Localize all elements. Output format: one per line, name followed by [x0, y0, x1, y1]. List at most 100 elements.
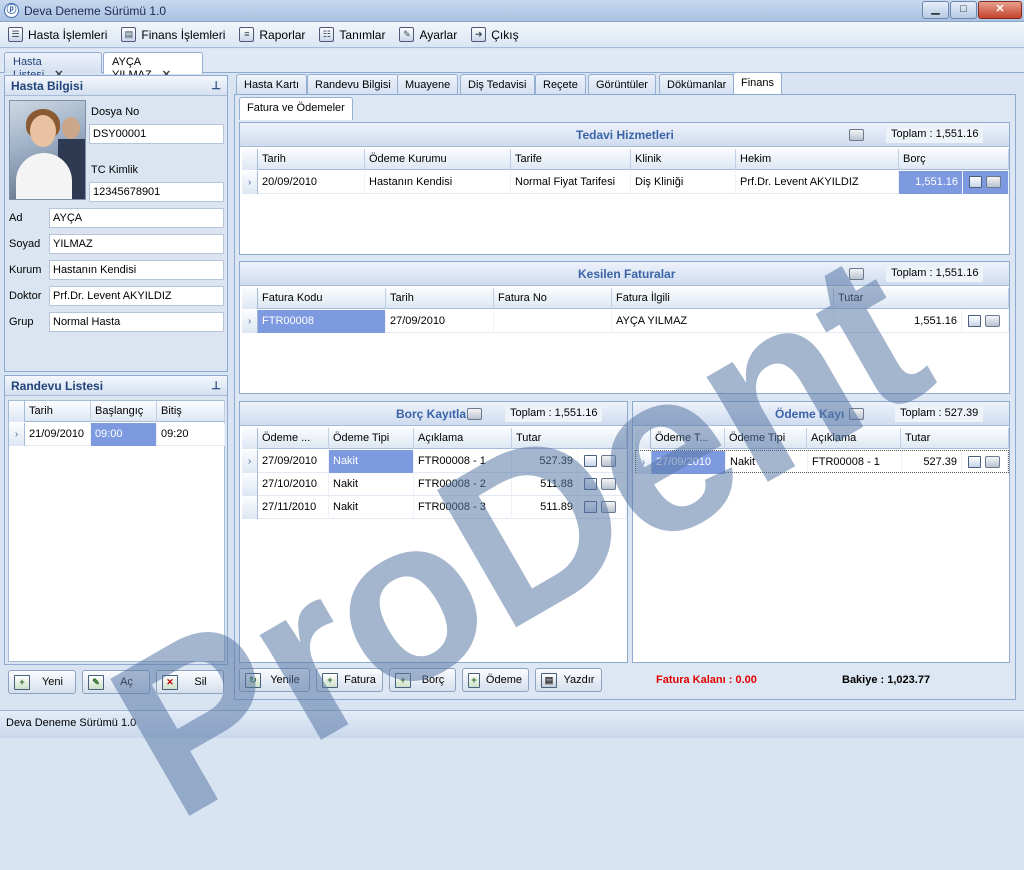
- tab-randevu-bilgisi[interactable]: Randevu Bilgisi: [307, 74, 399, 95]
- row-indicator-icon: ›: [636, 451, 652, 474]
- table-row[interactable]: › 20/09/2010 Hastanın Kendisi Normal Fiy…: [242, 171, 1009, 194]
- column-header[interactable]: Fatura Kodu: [258, 288, 386, 309]
- open-button[interactable]: ✎ Aç: [82, 670, 150, 694]
- print-icon[interactable]: [601, 455, 616, 468]
- table-row[interactable]: › FTR00008 27/09/2010 AYÇA YILMAZ 1,551.…: [242, 310, 1009, 333]
- column-header[interactable]: Açıklama: [414, 428, 512, 449]
- delete-button[interactable]: ✕ Sil: [156, 670, 224, 694]
- edit-icon[interactable]: [584, 478, 597, 491]
- left-button-bar: + Yeni ✎ Aç ✕ Sil: [4, 666, 228, 700]
- column-header[interactable]: Açıklama: [807, 428, 901, 449]
- kurum-label: Kurum: [9, 264, 42, 276]
- column-header[interactable]: Ödeme Tipi: [725, 428, 807, 449]
- pin-icon[interactable]: ⊥: [211, 379, 221, 392]
- edit-icon[interactable]: [584, 455, 597, 468]
- settings-icon: ✎: [399, 27, 415, 42]
- column-header[interactable]: Ödeme T...: [651, 428, 725, 449]
- print-icon[interactable]: [849, 268, 864, 280]
- column-header[interactable]: Başlangıç: [91, 401, 157, 422]
- payment-button[interactable]: + Ödeme: [462, 668, 529, 692]
- column-header[interactable]: Fatura No: [494, 288, 612, 309]
- edit-icon[interactable]: [584, 501, 597, 514]
- detail-icon[interactable]: [969, 176, 982, 189]
- table-row[interactable]: › 21/09/2010 09:00 09:20: [9, 423, 225, 446]
- soyad-label: Soyad: [9, 238, 41, 250]
- print-icon[interactable]: [467, 408, 482, 420]
- menu-cikis[interactable]: ➜ Çıkış: [471, 27, 519, 42]
- table-row[interactable]: 27/10/2010 Nakit FTR00008 - 2 511.88: [242, 473, 627, 496]
- column-header[interactable]: Tutar: [834, 288, 1009, 309]
- print-icon[interactable]: [601, 478, 616, 491]
- tab-dis-tedavisi[interactable]: Diş Tedavisi: [460, 74, 535, 95]
- panel-header: Randevu Listesi ⊥: [5, 376, 227, 396]
- column-header[interactable]: Tutar: [901, 428, 1009, 449]
- tab-hasta-karti[interactable]: Hasta Kartı: [236, 74, 308, 95]
- column-header[interactable]: Ödeme ...: [258, 428, 329, 449]
- dosya-no-field[interactable]: DSY00001: [89, 124, 224, 144]
- column-header[interactable]: Tarih: [25, 401, 91, 422]
- column-header[interactable]: Borç: [899, 149, 1009, 170]
- maximize-button[interactable]: □: [950, 1, 977, 19]
- menu-ayarlar[interactable]: ✎ Ayarlar: [399, 27, 457, 42]
- doktor-field[interactable]: Prf.Dr. Levent AKYILDIZ: [49, 286, 224, 306]
- print-icon[interactable]: [849, 129, 864, 141]
- finance-icon: ▤: [121, 27, 137, 42]
- menu-raporlar[interactable]: ≡ Raporlar: [239, 27, 305, 42]
- column-header[interactable]: Ödeme Kurumu: [365, 149, 511, 170]
- menu-hasta-islemleri[interactable]: ☰ Hasta İşlemleri: [8, 27, 107, 42]
- pin-icon[interactable]: ⊥: [211, 79, 221, 92]
- new-icon: +: [14, 674, 30, 690]
- tab-muayene[interactable]: Muayene: [397, 74, 459, 95]
- debt-button[interactable]: + Borç: [389, 668, 456, 692]
- refresh-button[interactable]: ↻ Yenile: [239, 668, 310, 692]
- table-row[interactable]: 27/11/2010 Nakit FTR00008 - 3 511.89: [242, 496, 627, 519]
- table-row[interactable]: › 27/09/2010 Nakit FTR00008 - 1 527.39: [635, 450, 1009, 474]
- section-title: Kesilen Faturalar: [578, 267, 676, 281]
- tab-fatura-ve-odemeler[interactable]: Fatura ve Ödemeler: [239, 97, 353, 120]
- new-button[interactable]: + Yeni: [8, 670, 76, 694]
- kurum-field[interactable]: Hastanın Kendisi: [49, 260, 224, 280]
- invoice-button[interactable]: + Fatura: [316, 668, 383, 692]
- tab-recete[interactable]: Reçete: [535, 74, 586, 95]
- minimize-button[interactable]: ▁: [922, 1, 949, 19]
- soyad-field[interactable]: YILMAZ: [49, 234, 224, 254]
- column-header[interactable]: Tarife: [511, 149, 631, 170]
- column-header[interactable]: Fatura İlgili: [612, 288, 834, 309]
- invoice-remaining-label: Fatura Kalanı : 0.00: [656, 674, 757, 686]
- print-icon[interactable]: [985, 456, 1000, 469]
- print-icon[interactable]: [601, 501, 616, 514]
- balance-label: Bakiye : 1,023.77: [842, 674, 931, 686]
- tab-hasta-listesi[interactable]: Hasta Listesi✕: [4, 52, 102, 81]
- refresh-icon: ↻: [245, 672, 261, 688]
- print-icon[interactable]: [986, 176, 1001, 189]
- edit-icon: ✎: [88, 674, 104, 690]
- table-row[interactable]: › 27/09/2010 Nakit FTR00008 - 1 527.39: [242, 450, 627, 473]
- window-title: Deva Deneme Sürümü 1.0: [24, 4, 167, 18]
- tab-patient[interactable]: AYÇA YILMAZ✕: [103, 52, 203, 81]
- column-header[interactable]: Ödeme Tipi: [329, 428, 414, 449]
- column-header[interactable]: Klinik: [631, 149, 736, 170]
- grup-field[interactable]: Normal Hasta: [49, 312, 224, 332]
- treatments-grid: Tarih Ödeme Kurumu Tarife Klinik Hekim B…: [242, 149, 1009, 253]
- tab-dokumanlar[interactable]: Dökümanlar: [659, 74, 735, 95]
- tab-goruntuler[interactable]: Görüntüler: [588, 74, 656, 95]
- treatments-section: Tedavi Hizmetleri Toplam : 1,551.16 Tari…: [239, 122, 1010, 255]
- print-icon[interactable]: [849, 408, 864, 420]
- column-header[interactable]: Hekim: [736, 149, 899, 170]
- column-header[interactable]: Bitiş: [157, 401, 225, 422]
- print-icon[interactable]: [985, 315, 1000, 328]
- ad-field[interactable]: AYÇA: [49, 208, 224, 228]
- edit-icon[interactable]: [968, 456, 981, 469]
- edit-icon[interactable]: [968, 315, 981, 328]
- tc-kimlik-field[interactable]: 12345678901: [89, 182, 224, 202]
- print-button[interactable]: ▤ Yazdır: [535, 668, 602, 692]
- column-header[interactable]: Tarih: [386, 288, 494, 309]
- column-header[interactable]: Tarih: [258, 149, 365, 170]
- appointment-list-panel: Randevu Listesi ⊥ Tarih Başlangıç Bitiş ›…: [4, 375, 228, 665]
- menu-tanimlar[interactable]: ☷ Tanımlar: [319, 27, 385, 42]
- tab-finans[interactable]: Finans: [733, 72, 783, 95]
- menu-finans-islemleri[interactable]: ▤ Finans İşlemleri: [121, 27, 225, 42]
- column-header[interactable]: Tutar: [512, 428, 627, 449]
- patient-photo: [9, 100, 86, 200]
- close-button[interactable]: ✕: [978, 1, 1022, 19]
